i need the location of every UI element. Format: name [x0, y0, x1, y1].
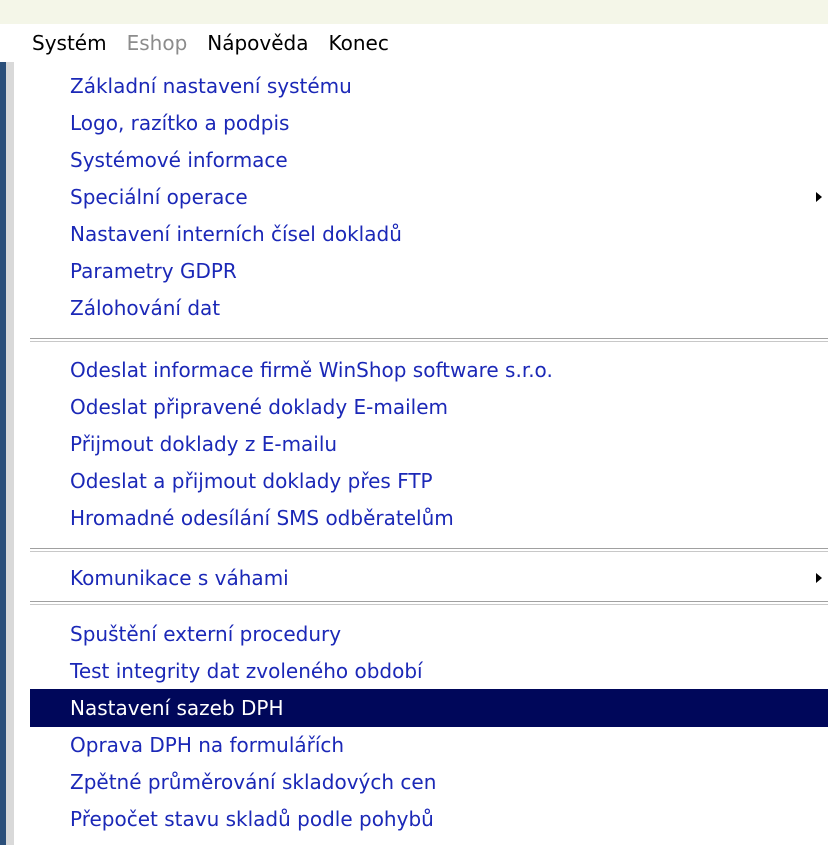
menu-item-send-docs-email[interactable]: Odeslat připravené doklady E-mailem [30, 388, 828, 426]
system-dropdown-menu: Základní nastavení systému Logo, razítko… [14, 62, 828, 845]
menu-separator [30, 601, 828, 603]
menu-separator [30, 548, 828, 550]
menu-item-scales-communication[interactable]: Komunikace s váhami [30, 559, 828, 597]
menu-item-recalc-stock[interactable]: Přepočet stavu skladů podle pohybů [30, 800, 828, 838]
menu-item-label: Logo, razítko a podpis [70, 111, 290, 135]
submenu-arrow-icon [816, 573, 822, 583]
menu-item-logo-stamp-signature[interactable]: Logo, razítko a podpis [30, 104, 828, 142]
menu-item-label: Speciální operace [70, 185, 248, 209]
window-top-strip [0, 0, 828, 24]
menubar-exit[interactable]: Konec [319, 24, 399, 62]
menu-item-label: Přijmout doklady z E-mailu [70, 432, 338, 456]
menu-item-send-info-winshop[interactable]: Odeslat informace firmě WinShop software… [30, 351, 828, 389]
menu-separator-shadow [30, 604, 828, 605]
menu-item-label: Hromadné odesílání SMS odběratelům [70, 506, 454, 530]
menu-item-label: Nastavení sazeb DPH [70, 696, 284, 720]
menu-item-label: Test integrity dat zvoleného období [70, 659, 423, 683]
menu-item-label: Oprava DPH na formulářích [70, 733, 345, 757]
menu-item-label: Spuštění externí procedury [70, 622, 342, 646]
menu-item-special-operations[interactable]: Speciální operace [30, 178, 828, 216]
menubar-help[interactable]: Nápověda [197, 24, 318, 62]
menu-item-basic-settings[interactable]: Základní nastavení systému [30, 67, 828, 105]
menu-item-label: Komunikace s váhami [70, 566, 289, 590]
menubar: Systém Eshop Nápověda Konec [0, 24, 828, 62]
menu-item-receive-docs-email[interactable]: Přijmout doklady z E-mailu [30, 425, 828, 463]
menu-item-label: Odeslat a přijmout doklady přes FTP [70, 469, 433, 493]
window-left-edge [0, 62, 14, 845]
menu-item-data-backup[interactable]: Zálohování dat [30, 289, 828, 327]
menu-item-bulk-sms[interactable]: Hromadné odesílání SMS odběratelům [30, 499, 828, 537]
menu-item-label: Přepočet stavu skladů podle pohybů [70, 807, 434, 831]
menu-item-data-integrity-test[interactable]: Test integrity dat zvoleného období [30, 652, 828, 690]
submenu-arrow-icon [816, 192, 822, 202]
menu-item-system-info[interactable]: Systémové informace [30, 141, 828, 179]
menu-item-ftp-send-receive[interactable]: Odeslat a přijmout doklady přes FTP [30, 462, 828, 500]
menu-item-label: Zpětné průměrování skladových cen [70, 770, 437, 794]
menu-item-internal-doc-numbers[interactable]: Nastavení interních čísel dokladů [30, 215, 828, 253]
menu-item-run-external-procedure[interactable]: Spuštění externí procedury [30, 615, 828, 653]
menu-item-label: Parametry GDPR [70, 259, 237, 283]
menu-separator-shadow [30, 341, 828, 342]
menu-item-label: Nastavení interních čísel dokladů [70, 222, 402, 246]
menu-item-label: Systémové informace [70, 148, 288, 172]
menu-item-label: Odeslat připravené doklady E-mailem [70, 395, 449, 419]
menu-separator [30, 338, 828, 340]
menu-separator-shadow [30, 551, 828, 552]
menu-item-label: Zálohování dat [70, 296, 221, 320]
menubar-eshop[interactable]: Eshop [117, 24, 198, 62]
menu-item-vat-correction[interactable]: Oprava DPH na formulářích [30, 726, 828, 764]
menu-item-gdpr-parameters[interactable]: Parametry GDPR [30, 252, 828, 290]
menu-item-label: Odeslat informace firmě WinShop software… [70, 358, 553, 382]
menu-item-label: Základní nastavení systému [70, 74, 352, 98]
menu-item-retro-price-averaging[interactable]: Zpětné průměrování skladových cen [30, 763, 828, 801]
menu-item-vat-rates[interactable]: Nastavení sazeb DPH [30, 689, 828, 727]
menubar-system[interactable]: Systém [22, 24, 117, 62]
